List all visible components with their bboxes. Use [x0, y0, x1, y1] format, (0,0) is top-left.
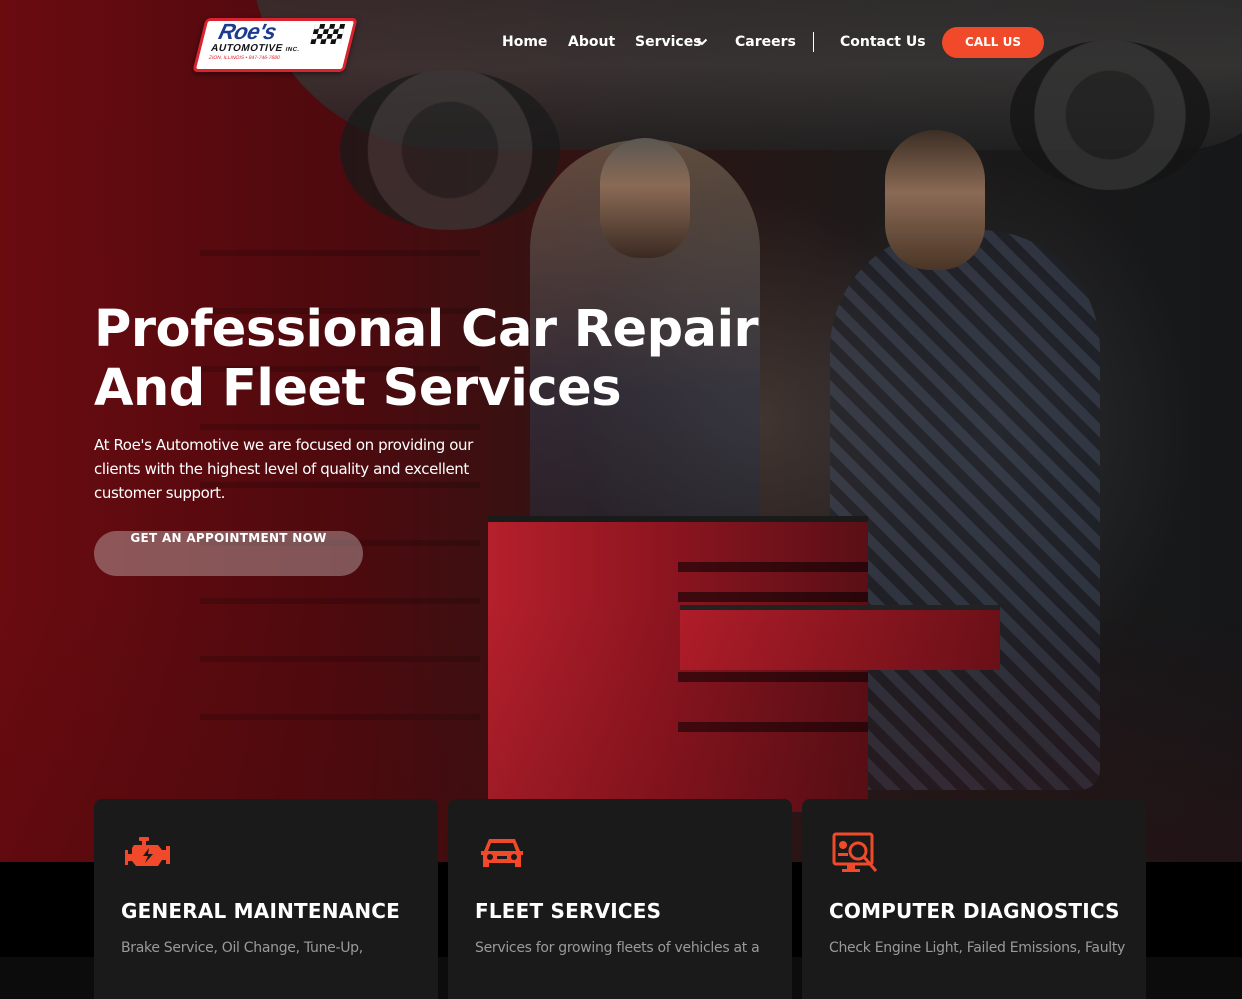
service-title: GENERAL MAINTENANCE — [121, 899, 401, 923]
service-description: Check Engine Light, Failed Emissions, Fa… — [829, 940, 1126, 956]
logo-wordmark: Roe's — [216, 19, 280, 44]
nav-contact-us[interactable]: Contact Us — [840, 34, 926, 50]
car-tire-right — [1010, 40, 1210, 190]
service-title: FLEET SERVICES — [475, 899, 662, 923]
checkered-flag-icon — [310, 24, 346, 44]
logo-tagline: ZION, ILLINOIS • 847-746-7680 — [208, 55, 281, 61]
service-card-fleet-services[interactable]: FLEET SERVICES Services for growing flee… — [448, 799, 792, 999]
service-description: Services for growing fleets of vehicles … — [475, 940, 760, 956]
hero-background-image — [0, 0, 1242, 862]
diagnostics-icon — [832, 832, 878, 872]
chevron-down-icon[interactable] — [696, 37, 708, 47]
service-title: COMPUTER DIAGNOSTICS — [829, 899, 1120, 923]
service-card-computer-diagnostics[interactable]: COMPUTER DIAGNOSTICS Check Engine Light,… — [802, 799, 1146, 999]
get-appointment-button[interactable]: GET AN APPOINTMENT NOW — [94, 531, 363, 576]
nav-services[interactable]: Services — [635, 34, 702, 50]
site-logo[interactable]: Roe's AUTOMOTIVE INC. ZION, ILLINOIS • 8… — [192, 18, 358, 72]
logo-subtitle: AUTOMOTIVE INC. — [209, 43, 301, 54]
mechanic-left-head — [600, 138, 690, 258]
hero-subtitle: At Roe's Automotive we are focused on pr… — [94, 436, 473, 502]
service-card-general-maintenance[interactable]: GENERAL MAINTENANCE Brake Service, Oil C… — [94, 799, 438, 999]
call-us-button[interactable]: CALL US — [942, 27, 1044, 58]
hero-title: Professional Car Repair And Fleet Servic… — [94, 300, 759, 418]
engine-icon — [125, 837, 170, 866]
car-tire-left — [340, 70, 560, 230]
mechanic-right-head — [885, 130, 985, 270]
service-description: Brake Service, Oil Change, Tune-Up, — [121, 940, 363, 956]
car-icon — [481, 839, 523, 867]
nav-about[interactable]: About — [568, 34, 615, 50]
nav-divider — [813, 32, 814, 52]
nav-home[interactable]: Home — [502, 34, 547, 50]
nav-careers[interactable]: Careers — [735, 34, 796, 50]
